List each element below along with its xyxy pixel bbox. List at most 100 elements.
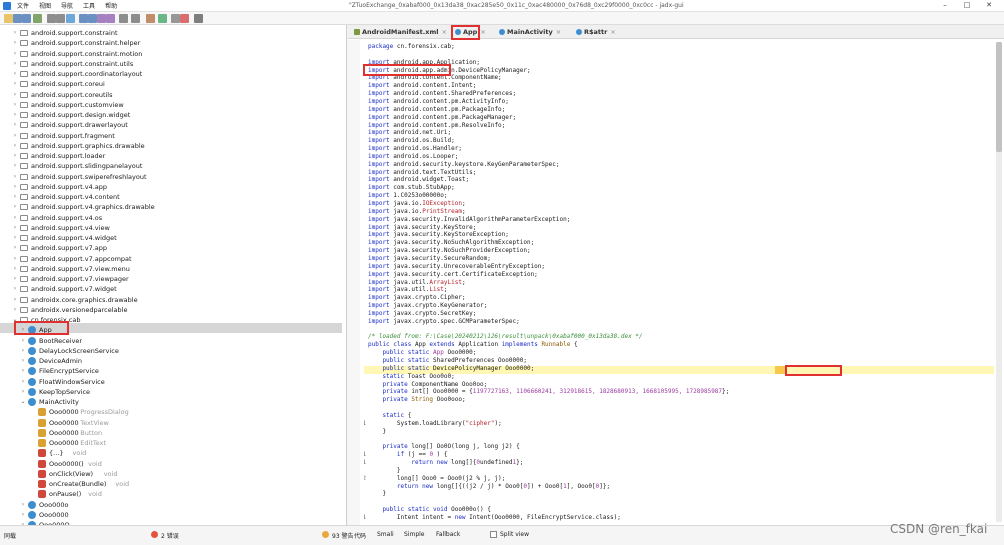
tree-icon[interactable] <box>47 14 56 23</box>
tree-package-item[interactable]: › android.support.design.widget <box>0 110 342 120</box>
chevron-right-icon[interactable]: › <box>12 172 18 182</box>
view-smali-button[interactable]: Smali <box>377 531 394 538</box>
tree-package-item[interactable]: › androidx.core.graphics.drawable <box>0 295 342 305</box>
chevron-right-icon[interactable]: › <box>12 141 18 151</box>
tree-member-item[interactable]: onPause() void <box>0 489 342 499</box>
chevron-right-icon[interactable]: › <box>20 346 26 356</box>
flat-tree-icon[interactable] <box>56 14 65 23</box>
tree-package-item[interactable]: › androidx.versionedparcelable <box>0 305 342 315</box>
chevron-right-icon[interactable]: › <box>12 151 18 161</box>
chevron-right-icon[interactable]: › <box>12 274 18 284</box>
tree-package-item[interactable]: › android.support.fragment <box>0 131 342 141</box>
tree-package-item[interactable]: › android.support.drawerlayout <box>0 120 342 130</box>
tree-class-item[interactable]: › BootReceiver <box>0 336 342 346</box>
chevron-right-icon[interactable]: › <box>12 284 18 294</box>
tab-close-icon[interactable]: × <box>480 28 485 36</box>
chevron-right-icon[interactable]: › <box>12 182 18 192</box>
chevron-down-icon[interactable]: ⌄ <box>20 397 26 407</box>
maximize-button[interactable]: □ <box>956 0 978 11</box>
chevron-right-icon[interactable]: › <box>12 100 18 110</box>
menu-view[interactable]: 视图 <box>34 2 56 11</box>
tree-package-item[interactable]: › android.support.customview <box>0 100 342 110</box>
tree-package-item[interactable]: › android.support.v7.view.menu <box>0 264 342 274</box>
chevron-right-icon[interactable]: › <box>12 79 18 89</box>
error-count[interactable]: 2 错误 <box>161 531 179 540</box>
goto-icon[interactable] <box>106 14 115 23</box>
export-icon[interactable] <box>33 14 42 23</box>
sync-icon[interactable] <box>66 14 75 23</box>
back-icon[interactable] <box>119 14 128 23</box>
tree-member-item[interactable]: Ooo0000() void <box>0 459 342 469</box>
tree-package-item[interactable]: › android.support.v4.os <box>0 213 342 223</box>
tree-member-item[interactable]: onCreate(Bundle) void <box>0 479 342 489</box>
tree-class-item[interactable]: › KeepTopService <box>0 387 342 397</box>
tree-class-item[interactable]: › FileEncryptService <box>0 366 342 376</box>
tree-package-item[interactable]: › android.support.coreui <box>0 79 342 89</box>
tree-package-item[interactable]: › android.support.constraint.utils <box>0 59 342 69</box>
chevron-right-icon[interactable]: › <box>12 59 18 69</box>
tree-package-item[interactable]: › android.support.constraint.helper <box>0 38 342 48</box>
chevron-right-icon[interactable]: › <box>12 49 18 59</box>
minimize-button[interactable]: – <box>934 0 956 11</box>
tab-close-icon[interactable]: × <box>441 28 446 36</box>
project-tree[interactable]: › android.support.constraint › android.supp… <box>0 25 347 525</box>
tree-package-item[interactable]: › android.support.graphics.drawable <box>0 141 342 151</box>
chevron-right-icon[interactable]: › <box>12 233 18 243</box>
chevron-right-icon[interactable]: › <box>20 366 26 376</box>
chevron-right-icon[interactable]: › <box>12 305 18 315</box>
chevron-right-icon[interactable]: › <box>12 28 18 38</box>
tree-package-item[interactable]: › android.support.v4.graphics.drawable <box>0 202 342 212</box>
save-icon[interactable] <box>13 14 22 23</box>
tree-package-item[interactable]: › android.support.v7.app <box>0 243 342 253</box>
chevron-right-icon[interactable]: › <box>12 192 18 202</box>
chevron-right-icon[interactable]: › <box>20 510 26 520</box>
tree-member-item[interactable]: Ooo0000 TextView <box>0 418 342 428</box>
chevron-right-icon[interactable]: › <box>20 387 26 397</box>
chevron-right-icon[interactable]: › <box>12 161 18 171</box>
chevron-right-icon[interactable]: › <box>12 69 18 79</box>
tab-close-icon[interactable]: × <box>610 28 615 36</box>
tree-package-item[interactable]: › android.support.slidingpanelayout <box>0 161 342 171</box>
menu-navigate[interactable]: 导航 <box>56 2 78 11</box>
tab-main-activity[interactable]: MainActivity × <box>499 27 561 38</box>
find-usage-icon[interactable] <box>97 14 106 23</box>
tree-package-item[interactable]: › android.support.v4.app <box>0 182 342 192</box>
quark-icon[interactable] <box>158 14 167 23</box>
chevron-right-icon[interactable]: › <box>12 264 18 274</box>
tab-r-attr[interactable]: R$attr × <box>576 27 616 38</box>
warning-count[interactable]: 93 警告 <box>332 531 354 540</box>
tree-class-item[interactable]: › DeviceAdmin <box>0 356 342 366</box>
chevron-right-icon[interactable]: › <box>20 336 26 346</box>
chevron-right-icon[interactable]: › <box>20 377 26 387</box>
tab-android-manifest[interactable]: AndroidManifest.xml × <box>354 27 447 38</box>
tree-class-item[interactable]: ⌄ MainActivity <box>0 397 342 407</box>
view-fallback-button[interactable]: Fallback <box>436 531 460 538</box>
chevron-right-icon[interactable]: › <box>12 120 18 130</box>
open-icon[interactable] <box>4 14 13 23</box>
tree-member-item[interactable]: {...} void <box>0 448 342 458</box>
tab-close-icon[interactable]: × <box>556 28 561 36</box>
tree-package-item[interactable]: › android.support.v7.widget <box>0 284 342 294</box>
chevron-right-icon[interactable]: › <box>12 243 18 253</box>
chevron-right-icon[interactable]: › <box>12 295 18 305</box>
tree-member-item[interactable]: Ooo0000 ProgressDialog <box>0 407 342 417</box>
tree-package-item[interactable]: › android.support.coreutils <box>0 90 342 100</box>
vertical-scrollbar[interactable] <box>996 42 1002 522</box>
tree-member-item[interactable]: Ooo0000 Button <box>0 428 342 438</box>
tree-member-item[interactable]: Ooo0000 EditText <box>0 438 342 448</box>
chevron-right-icon[interactable]: › <box>20 356 26 366</box>
split-view-checkbox[interactable] <box>490 531 497 538</box>
forward-icon[interactable] <box>131 14 140 23</box>
save-all-icon[interactable] <box>22 14 31 23</box>
tree-package-item[interactable]: › android.support.constraint <box>0 28 342 38</box>
chevron-right-icon[interactable]: › <box>12 254 18 264</box>
chevron-right-icon[interactable]: › <box>12 90 18 100</box>
tree-class-item[interactable]: › Ooo0000 <box>0 510 342 520</box>
scrollbar-thumb[interactable] <box>996 42 1002 152</box>
tree-class-item[interactable]: › DelayLockScreenService <box>0 346 342 356</box>
tree-package-item[interactable]: › android.support.v4.widget <box>0 233 342 243</box>
tree-package-item[interactable]: › android.support.swiperefreshlayout <box>0 172 342 182</box>
tree-package-item[interactable]: › android.support.v7.viewpager <box>0 274 342 284</box>
log-icon[interactable] <box>171 14 180 23</box>
menu-help[interactable]: 帮助 <box>100 2 122 11</box>
